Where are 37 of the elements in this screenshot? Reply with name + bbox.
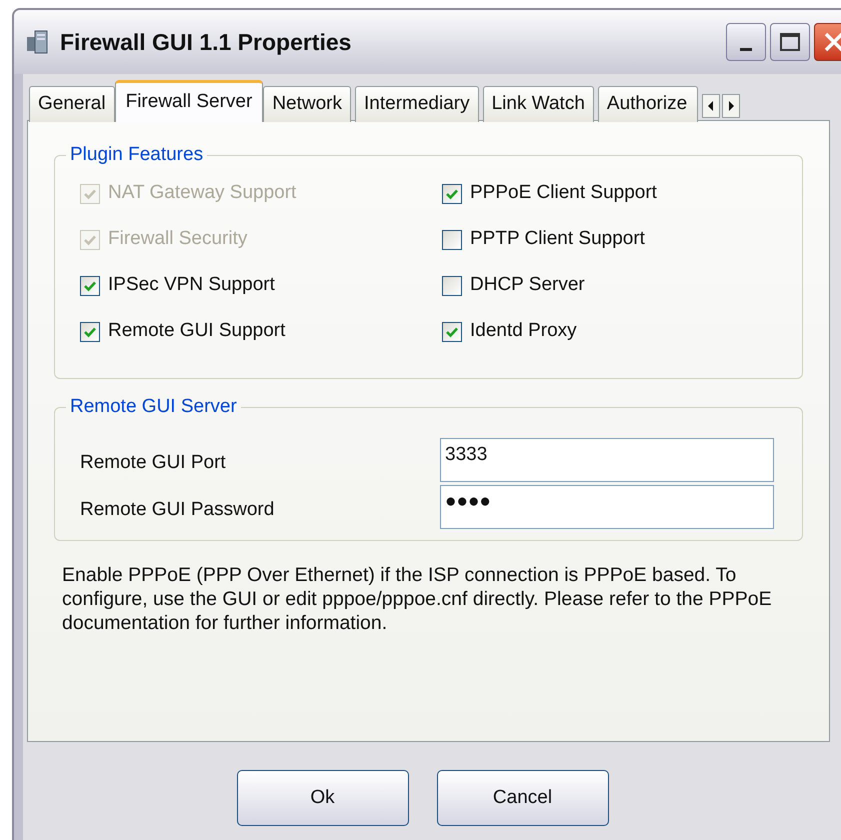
checkbox-label: DHCP Server (470, 273, 585, 298)
field-label: Remote GUI Password (80, 498, 276, 522)
group-title: Plugin Features (69, 143, 204, 167)
dialog-button[interactable]: Cancel (436, 770, 608, 826)
tab[interactable]: Network (263, 86, 351, 122)
checkbox[interactable] (442, 322, 462, 342)
checkbox-label: Firewall Security (108, 227, 248, 252)
scroll-left-button[interactable] (702, 94, 720, 118)
field-label: Remote GUI Port (80, 451, 227, 476)
checkbox-label: PPPoE Client Support (470, 181, 657, 206)
checkbox[interactable] (442, 184, 462, 204)
window-title: Firewall GUI 1.1 Properties (60, 28, 352, 57)
checkbox-label: Remote GUI Support (108, 319, 286, 344)
right-triangle-icon (726, 101, 735, 111)
tab[interactable]: Intermediary (355, 86, 479, 122)
close-icon (823, 31, 841, 53)
checkbox[interactable] (80, 276, 100, 296)
left-triangle-icon (706, 101, 715, 111)
input-field[interactable]: 3333 (440, 438, 774, 482)
group-title: Remote GUI Server (69, 395, 238, 419)
tab[interactable]: Firewall Server (114, 80, 264, 122)
checkbox[interactable] (442, 230, 462, 250)
minimize-button[interactable] (726, 23, 766, 61)
checkbox[interactable] (80, 322, 100, 342)
tab[interactable]: General (29, 86, 115, 122)
scroll-right-button[interactable] (722, 94, 740, 118)
tab[interactable]: Link Watch (482, 86, 594, 122)
checkbox-label: Identd Proxy (470, 319, 577, 344)
maximize-button[interactable] (770, 23, 810, 61)
dialog-button[interactable]: Ok (236, 770, 408, 826)
checkbox-label: NAT Gateway Support (108, 181, 296, 206)
checkbox-label: IPSec VPN Support (108, 273, 275, 298)
input-field[interactable]: ●●●● (440, 484, 774, 528)
checkbox[interactable] (442, 276, 462, 296)
tab[interactable]: Authorize (598, 86, 698, 122)
description-text: Enable PPPoE (PPP Over Ethernet) if the ISP connection is PPPoE based. To configure, use the GUI or edit pppoe/pppoe.cnf directly. Please refer to the PPPoE documentation for further information. (61, 563, 773, 635)
checkbox-label: PPTP Client Support (470, 227, 645, 252)
